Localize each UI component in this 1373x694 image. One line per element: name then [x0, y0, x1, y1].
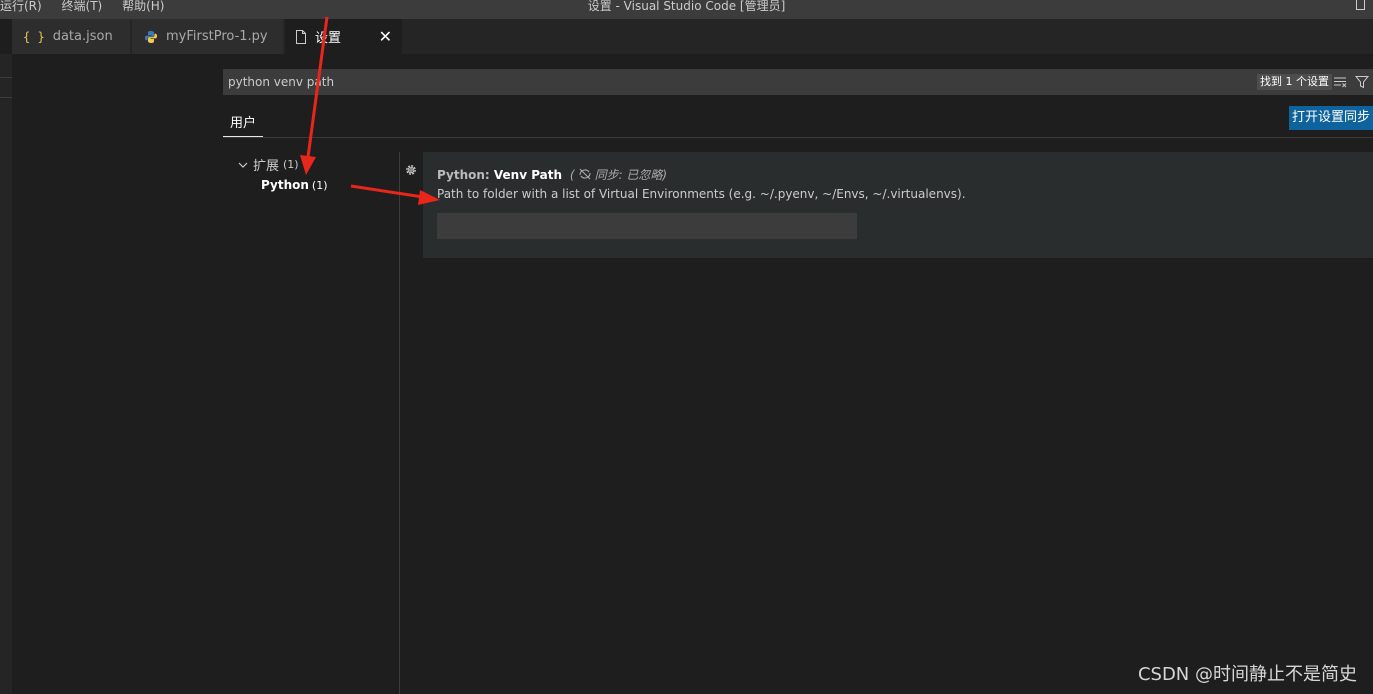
tab-settings[interactable]: 设置 ✕: [285, 19, 403, 54]
divider: [0, 77, 12, 78]
json-braces-icon: { }: [23, 29, 45, 44]
tab-label: data.json: [52, 29, 113, 44]
sync-ignored-icon: [579, 168, 591, 180]
venv-path-input[interactable]: [437, 213, 857, 239]
divider: [399, 152, 400, 694]
search-actions: [1332, 74, 1370, 90]
setting-category: Python:: [437, 168, 494, 182]
settings-search-bar: 找到 1 个设置: [223, 69, 1373, 95]
tab-myfirstpro[interactable]: myFirstPro-1.py: [132, 19, 284, 54]
divider: [223, 137, 1373, 138]
settings-search-input[interactable]: [228, 73, 1128, 91]
sync-ignored-indicator: ( 同步: 已忽略): [569, 168, 668, 182]
watermark: CSDN @时间静止不是简史: [1137, 664, 1357, 685]
setting-title: Python: Venv Path ( 同步: 已忽略): [437, 166, 667, 183]
close-icon[interactable]: ✕: [379, 27, 392, 46]
file-icon: [295, 29, 307, 44]
turn-on-settings-sync-button[interactable]: 打开设置同步: [1289, 106, 1373, 130]
tab-data-json[interactable]: { } data.json: [12, 19, 131, 54]
tab-user-scope[interactable]: 用户: [223, 112, 263, 137]
setting-item: Python: Venv Path ( 同步: 已忽略) Path to fol…: [423, 152, 1373, 258]
gear-icon[interactable]: [404, 163, 418, 177]
tree-group-label: 扩展: [253, 159, 280, 174]
tree-item-count: (1): [311, 179, 328, 192]
editor-tab-bar: { } data.json myFirstPro-1.py 设置 ✕: [12, 19, 1373, 54]
filter-icon[interactable]: [1354, 74, 1370, 90]
setting-description: Path to folder with a list of Virtual En…: [437, 187, 966, 201]
clear-filter-icon[interactable]: [1332, 74, 1348, 90]
tab-label: 设置: [315, 31, 342, 46]
annotation-arrows: [300, 16, 440, 205]
divider: [0, 97, 12, 98]
sync-note: 同步: 已忽略): [594, 168, 668, 182]
side-strip: [0, 54, 12, 694]
python-icon: [144, 30, 158, 44]
tree-item-python[interactable]: Python (1): [261, 178, 328, 192]
chevron-down-icon: [238, 162, 248, 168]
restore-window-icon[interactable]: [1356, 0, 1365, 10]
tree-group-extensions[interactable]: 扩展 (1): [237, 155, 299, 174]
setting-name: Venv Path: [493, 168, 563, 182]
tree-item-label: Python: [261, 178, 309, 192]
tab-label: myFirstPro-1.py: [166, 29, 268, 44]
search-result-badge: 找到 1 个设置: [1257, 74, 1332, 90]
window-title: 设置 - Visual Studio Code [管理员]: [587, 0, 786, 13]
tree-group-count: (1): [283, 158, 299, 171]
title-bar: 运行(R) 终端(T) 帮助(H) 设置 - Visual Studio Cod…: [0, 0, 1373, 19]
